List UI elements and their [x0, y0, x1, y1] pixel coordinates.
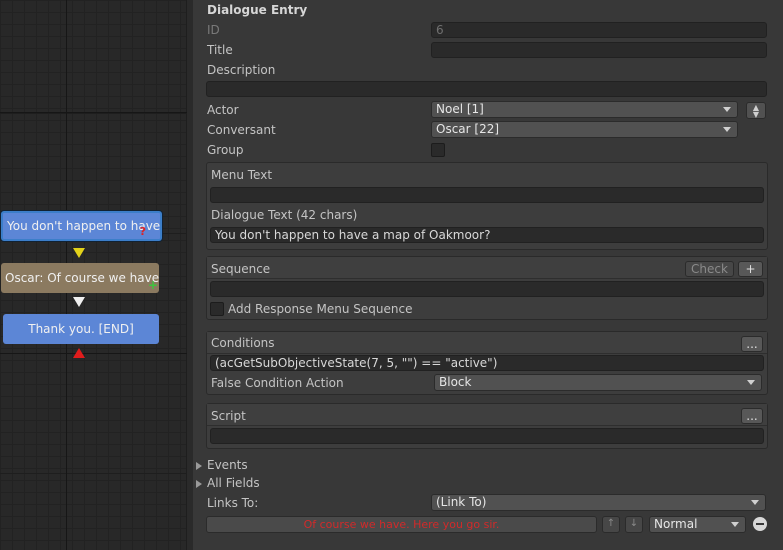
section-title: Dialogue Entry	[207, 3, 308, 17]
node-text: You don't happen to have a map of Oakmoo…	[7, 219, 161, 233]
dialogue-node-npc[interactable]: Oscar: Of course we have. Here you go si…	[1, 263, 159, 293]
script-field[interactable]	[210, 428, 764, 444]
arrow-down-icon	[73, 297, 85, 307]
false-condition-action-label: False Condition Action	[211, 376, 344, 390]
dialogue-node-end[interactable]: Thank you. [END]	[3, 314, 159, 344]
triangle-right-icon[interactable]	[196, 480, 202, 488]
menu-text-field[interactable]	[210, 187, 764, 203]
menu-text-label: Menu Text	[211, 168, 273, 182]
dialogue-node-player[interactable]: You don't happen to have a map of Oakmoo…	[1, 211, 162, 241]
conditions-label: Conditions	[211, 336, 275, 350]
group-label: Group	[207, 143, 244, 157]
dialogue-text-label: Dialogue Text (42 chars)	[211, 208, 358, 222]
caret-down-icon	[723, 127, 731, 132]
grid-line	[0, 112, 187, 113]
actor-value: Noel [1]	[436, 102, 484, 116]
links-to-value: (Link To)	[436, 495, 487, 509]
id-label: ID	[207, 23, 220, 37]
dialogue-text-field[interactable]: You don't happen to have a map of Oakmoo…	[210, 227, 764, 243]
links-to-label: Links To:	[207, 496, 259, 510]
arrow-down-icon	[73, 248, 85, 258]
conversant-value: Oscar [22]	[436, 122, 500, 136]
actor-swap-button[interactable]: ▲ ▼	[746, 102, 766, 119]
remove-icon[interactable]	[753, 517, 767, 531]
node-graph-canvas[interactable]: You don't happen to have a map of Oakmoo…	[0, 0, 187, 550]
actor-dropdown[interactable]: Noel [1]	[431, 101, 738, 118]
sequence-field[interactable]	[210, 281, 764, 297]
add-response-menu-sequence-label: Add Response Menu Sequence	[228, 302, 413, 316]
conditions-more-button[interactable]: ...	[741, 336, 763, 352]
description-label: Description	[207, 63, 276, 77]
node-text: Thank you. [END]	[28, 322, 134, 336]
script-more-button[interactable]: ...	[741, 408, 763, 424]
link-priority-dropdown[interactable]: Normal	[649, 516, 746, 533]
move-up-button[interactable]: ↑	[602, 516, 620, 533]
conditions-field[interactable]: (acGetSubObjectiveState(7, 5, "") == "ac…	[210, 355, 764, 371]
script-header	[207, 404, 767, 426]
conversant-label: Conversant	[207, 123, 276, 137]
link-priority-value: Normal	[654, 517, 698, 531]
conversant-dropdown[interactable]: Oscar [22]	[431, 121, 738, 138]
triangle-right-icon[interactable]	[196, 462, 202, 470]
title-label: Title	[207, 43, 233, 57]
caret-down-icon	[751, 500, 759, 505]
id-field: 6	[431, 22, 767, 38]
grid-line	[0, 353, 187, 354]
all-fields-foldout[interactable]: All Fields	[207, 476, 260, 490]
script-label: Script	[211, 409, 246, 423]
false-condition-action-value: Block	[439, 375, 472, 389]
caret-down-icon	[747, 380, 755, 385]
move-down-button[interactable]: ↓	[625, 516, 643, 533]
inspector-panel: Dialogue Entry ID 6 Title Description Ac…	[193, 0, 783, 550]
add-response-menu-sequence-checkbox[interactable]	[210, 302, 224, 316]
sequence-label: Sequence	[211, 262, 271, 276]
title-field[interactable]	[431, 42, 767, 58]
conditions-header	[207, 332, 767, 354]
node-text: Oscar: Of course we have. Here you go si…	[5, 271, 159, 285]
add-button[interactable]: +	[738, 261, 763, 277]
question-mark-icon: ?	[139, 225, 146, 238]
caret-down-icon	[731, 522, 739, 527]
caret-down-icon	[723, 107, 731, 112]
arrow-up-icon	[73, 348, 85, 358]
description-field[interactable]	[206, 81, 767, 97]
links-to-dropdown[interactable]: (Link To)	[431, 494, 766, 511]
false-condition-action-dropdown[interactable]: Block	[434, 374, 762, 391]
link-entry-button[interactable]: Of course we have. Here you go sir.	[206, 516, 597, 533]
events-foldout[interactable]: Events	[207, 458, 248, 472]
plus-icon: +	[147, 278, 158, 292]
actor-label: Actor	[207, 103, 239, 117]
check-button[interactable]: Check	[685, 261, 734, 277]
group-checkbox[interactable]	[431, 143, 445, 157]
sequence-header	[207, 257, 767, 279]
